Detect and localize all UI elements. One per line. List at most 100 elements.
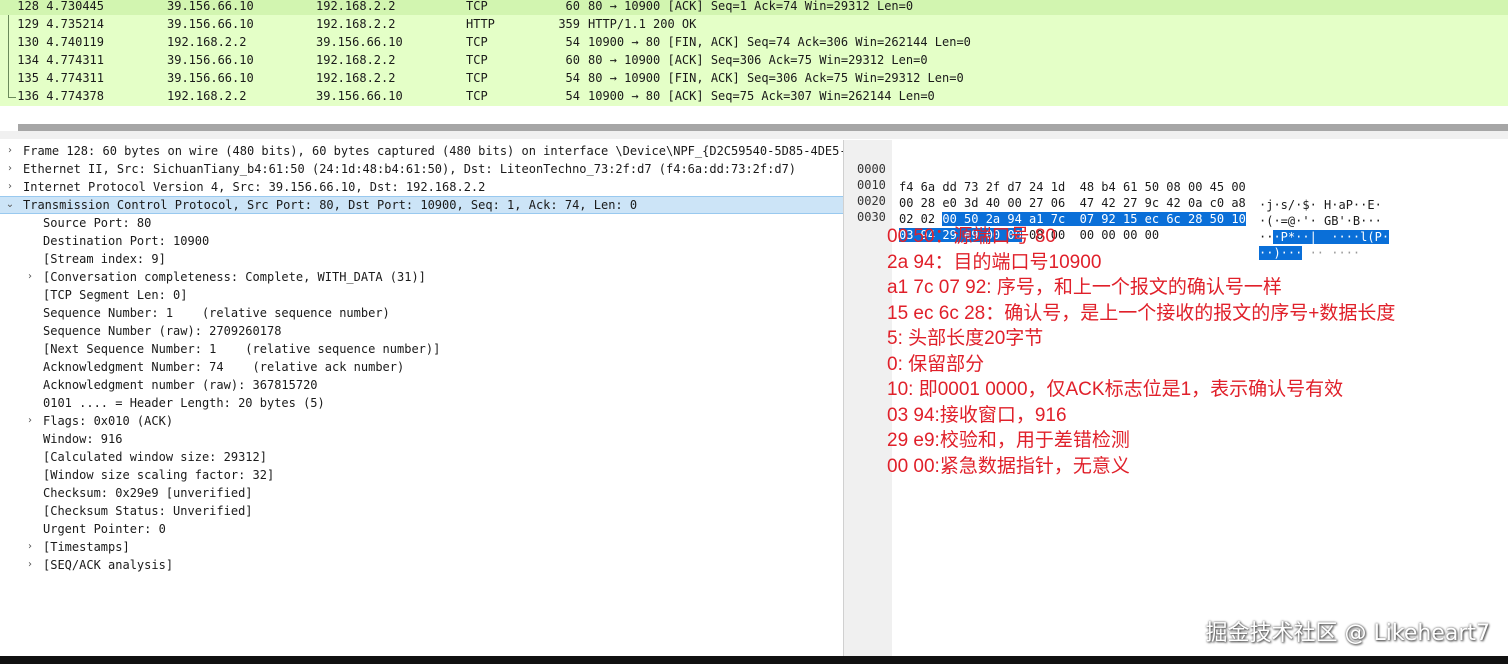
packet-info: HTTP/1.1 200 OK [588,17,697,31]
detail-text: [TCP Segment Len: 0] [43,288,188,302]
packet-details-pane[interactable]: › Frame 128: 60 bytes on wire (480 bits),… [0,140,843,656]
expand-arrow-icon[interactable]: › [24,268,36,286]
detail-seq-ack-analysis[interactable]: › [SEQ/ACK analysis] [0,556,843,574]
detail-text: Sequence Number (raw): 2709260178 [43,324,282,338]
packet-source: 39.156.66.10 [167,0,254,13]
detail-checksum[interactable]: Checksum: 0x29e9 [unverified] [0,484,843,502]
note-flags: 10: 即0001 0000，仅ACK标志位是1，表示确认号有效 [887,379,1344,400]
expand-arrow-icon[interactable]: › [24,556,36,574]
packet-protocol: TCP [466,89,488,103]
detail-text: Acknowledgment Number: 74 (relative ack … [43,360,405,374]
packet-info: 80 → 10900 [ACK] Seq=306 Ack=75 Win=2931… [588,53,928,67]
detail-text: [Timestamps] [43,540,130,554]
detail-ipv4[interactable]: › Internet Protocol Version 4, Src: 39.15… [0,178,843,196]
collapse-arrow-icon[interactable]: ⌄ [4,197,16,213]
detail-text: Source Port: 80 [43,216,152,230]
detail-text: [SEQ/ACK analysis] [43,558,174,572]
detail-text: Acknowledgment number (raw): 367815720 [43,378,318,392]
packet-row-129[interactable]: 129 4.735214 39.156.66.10 192.168.2.2 HT… [0,15,1508,33]
detail-window-scaling[interactable]: [Window size scaling factor: 32] [0,466,843,484]
expand-arrow-icon[interactable]: › [24,412,36,430]
packet-length: 54 [565,71,580,85]
detail-text: Ethernet II, Src: SichuanTiany_b4:61:50 … [23,162,797,176]
packet-destination: 39.156.66.10 [316,89,403,103]
detail-text: [Stream index: 9] [43,252,166,266]
packet-length: 60 [565,53,580,67]
detail-text: Transmission Control Protocol, Src Port:… [23,198,638,212]
detail-ack-raw[interactable]: Acknowledgment number (raw): 367815720 [0,376,843,394]
note-reserved: 0: 保留部分 [887,353,985,375]
packet-list[interactable]: 128 4.730445 39.156.66.10 192.168.2.2 TC… [0,0,1508,106]
packet-destination: 192.168.2.2 [316,17,396,31]
packet-row-128[interactable]: 128 4.730445 39.156.66.10 192.168.2.2 TC… [0,0,1508,15]
expand-arrow-icon[interactable]: › [24,538,36,556]
detail-text: 0101 .... = Header Length: 20 bytes (5) [43,396,325,410]
detail-urgent-pointer[interactable]: Urgent Pointer: 0 [0,520,843,538]
detail-text: Urgent Pointer: 0 [43,522,166,536]
detail-conversation-completeness[interactable]: › [Conversation completeness: Complete, W… [0,268,843,286]
packet-no-time: 134 4.774311 [17,53,104,67]
detail-ethernet[interactable]: › Ethernet II, Src: SichuanTiany_b4:61:50… [0,160,843,178]
packet-length: 54 [565,89,580,103]
packet-source: 39.156.66.10 [167,17,254,31]
detail-text: [Window size scaling factor: 32] [43,468,275,482]
packet-protocol: TCP [466,0,488,13]
detail-calculated-window[interactable]: [Calculated window size: 29312] [0,448,843,466]
note-sequence: a1 7c 07 92: 序号，和上一个报文的确认号一样 [887,277,1282,298]
detail-sequence-raw[interactable]: Sequence Number (raw): 2709260178 [0,322,843,340]
detail-text: Frame 128: 60 bytes on wire (480 bits), … [23,144,843,158]
detail-sequence-number[interactable]: Sequence Number: 1 (relative sequence nu… [0,304,843,322]
packet-row-136[interactable]: 136 4.774378 192.168.2.2 39.156.66.10 TC… [0,87,1508,105]
detail-source-port[interactable]: Source Port: 80 [0,214,843,232]
detail-tcp[interactable]: ⌄ Transmission Control Protocol, Src Port… [0,196,843,214]
packet-info: 10900 → 80 [FIN, ACK] Seq=74 Ack=306 Win… [588,35,971,49]
packet-protocol: TCP [466,53,488,67]
note-checksum: 29 e9:校验和，用于差错检测 [887,430,1130,451]
packet-no-time: 135 4.774311 [17,71,104,85]
detail-destination-port[interactable]: Destination Port: 10900 [0,232,843,250]
packet-destination: 192.168.2.2 [316,0,396,13]
detail-text: Flags: 0x010 (ACK) [43,414,174,428]
note-ack: 15 ec 6c 28：确认号，是上一个接收的报文的序号+数据长度 [887,302,1396,324]
splitter-shade [0,131,1508,139]
detail-window[interactable]: Window: 916 [0,430,843,448]
note-window: 03 94:接收窗口，916 [887,404,1067,426]
detail-ack-number[interactable]: Acknowledgment Number: 74 (relative ack … [0,358,843,376]
packet-source: 192.168.2.2 [167,89,247,103]
detail-stream-index[interactable]: [Stream index: 9] [0,250,843,268]
packet-length: 54 [565,35,580,49]
packet-length: 359 [558,17,580,31]
detail-text: Checksum: 0x29e9 [unverified] [43,486,253,500]
detail-text: Destination Port: 10900 [43,234,210,248]
detail-text: Sequence Number: 1 (relative sequence nu… [43,306,390,320]
detail-checksum-status[interactable]: [Checksum Status: Unverified] [0,502,843,520]
packet-no-time: 130 4.740119 [17,35,104,49]
horizontal-splitter[interactable] [18,124,1508,131]
detail-frame[interactable]: › Frame 128: 60 bytes on wire (480 bits),… [0,142,843,160]
pane-gap [0,106,1508,124]
expand-arrow-icon[interactable]: › [4,142,16,160]
detail-header-length[interactable]: 0101 .... = Header Length: 20 bytes (5) [0,394,843,412]
note-header-length: 5: 头部长度20字节 [887,328,1044,349]
packet-source: 192.168.2.2 [167,35,247,49]
detail-flags[interactable]: › Flags: 0x010 (ACK) [0,412,843,430]
detail-next-sequence[interactable]: [Next Sequence Number: 1 (relative seque… [0,340,843,358]
expand-arrow-icon[interactable]: › [4,160,16,178]
packet-info: 80 → 10900 [FIN, ACK] Seq=306 Ack=75 Win… [588,71,964,85]
note-source-port: 00 50：源端口号 80 [887,226,1056,247]
bottom-bar [0,656,1508,664]
detail-text: [Calculated window size: 29312] [43,450,267,464]
packet-row-130[interactable]: 130 4.740119 192.168.2.2 39.156.66.10 TC… [0,33,1508,51]
detail-timestamps[interactable]: › [Timestamps] [0,538,843,556]
packet-row-134[interactable]: 134 4.774311 39.156.66.10 192.168.2.2 TC… [0,51,1508,69]
packet-info: 10900 → 80 [ACK] Seq=75 Ack=307 Win=2621… [588,89,935,103]
watermark: 掘金技术社区 @ Likeheart7 [1205,621,1490,646]
expand-arrow-icon[interactable]: › [4,178,16,196]
bytes-row-0030[interactable]: 0030 03 94 29 e9 00 00 00 00 00 00 00 00… [853,190,1360,260]
packet-destination: 192.168.2.2 [316,71,396,85]
detail-segment-len[interactable]: [TCP Segment Len: 0] [0,286,843,304]
packet-no-time: 136 4.774378 [17,89,104,103]
packet-row-135[interactable]: 135 4.774311 39.156.66.10 192.168.2.2 TC… [0,69,1508,87]
packet-info: 80 → 10900 [ACK] Seq=1 Ack=74 Win=29312 … [588,0,914,13]
detail-text: [Checksum Status: Unverified] [43,504,253,518]
